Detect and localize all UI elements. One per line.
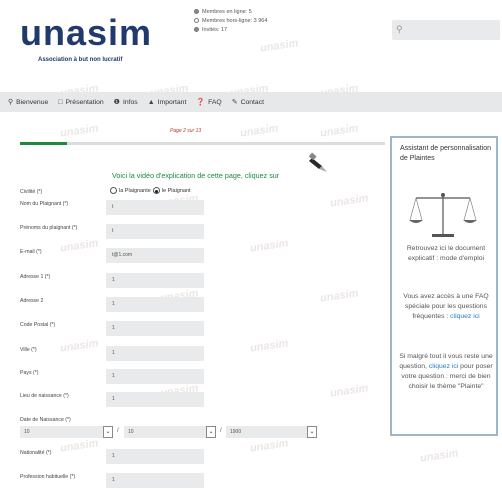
- prenoms-input[interactable]: t: [106, 224, 204, 239]
- birth-year-select[interactable]: 1900 ⌄: [226, 426, 317, 438]
- monitor-icon: □: [58, 98, 63, 106]
- map-marker-icon: ⚲: [8, 99, 14, 106]
- adresse1-input[interactable]: 1: [106, 273, 204, 288]
- nav-item-presentation[interactable]: □ Présentation: [58, 99, 103, 106]
- video-explanation-link[interactable]: Voici la vidéo d'explication de cette pa…: [112, 171, 279, 180]
- watermark: unasim: [329, 192, 370, 210]
- watermark: unasim: [319, 122, 360, 140]
- member-stats: Membres en ligne: 5 Membres hors-ligne: …: [194, 8, 267, 35]
- ask-question-link[interactable]: cliquez ici: [429, 363, 458, 370]
- main-nav: ⚲ Bienvenue □ Présentation ❶ Infos ▲ Importa…: [0, 92, 502, 112]
- radio-plaignante[interactable]: [110, 187, 117, 194]
- pen-icon[interactable]: [308, 152, 328, 174]
- assistant-sidebar: Assistant de personnalisation de Plainte…: [390, 136, 498, 436]
- warning-icon: ▲: [147, 98, 155, 106]
- birth-day-select[interactable]: 10 ⌄: [20, 426, 113, 438]
- code-postal-input[interactable]: 1: [106, 321, 204, 336]
- field-label: Ville (*): [20, 347, 37, 353]
- radio-plaignante-label: la Plaignante: [119, 187, 151, 194]
- email-input[interactable]: t@1.com: [106, 248, 204, 263]
- nav-item-bienvenue[interactable]: ⚲ Bienvenue: [8, 98, 48, 107]
- question-icon: ❓: [196, 99, 206, 106]
- page: unasim unasim unasim unasim unasim unasi…: [0, 0, 502, 489]
- ville-input[interactable]: 1: [106, 346, 204, 361]
- status-dot-icon: [194, 9, 199, 15]
- scales-of-justice-icon: [409, 193, 477, 237]
- page-indicator: Page 2 sur 13: [170, 128, 202, 134]
- watermark: unasim: [59, 337, 100, 355]
- info-icon: ❶: [113, 99, 120, 106]
- watermark: unasim: [419, 447, 460, 465]
- watermark: unasim: [319, 287, 360, 305]
- field-label: Prénoms du plaignant (*): [20, 225, 78, 231]
- logo-subtitle: Association à but non lucratif: [38, 57, 123, 63]
- watermark: unasim: [249, 437, 290, 455]
- logo-text: unasim: [20, 12, 153, 53]
- faq-link[interactable]: cliquez ici: [450, 313, 479, 320]
- stat-guests: Invités: 17: [194, 26, 267, 35]
- radio-plaignant-label: le Plaignant: [161, 187, 191, 194]
- birth-date-label: Date de Naissance (*): [20, 417, 71, 423]
- nom-input[interactable]: t: [106, 200, 204, 215]
- field-label: E-mail (*): [20, 249, 42, 255]
- question-text: Si malgré tout il vous reste une questio…: [399, 353, 493, 390]
- watermark: unasim: [59, 237, 100, 255]
- field-label: Nationalité (*): [20, 450, 52, 456]
- nav-item-important[interactable]: ▲ Important: [148, 99, 187, 106]
- chevron-down-icon: ⌄: [307, 426, 317, 438]
- progress-fill: [20, 142, 68, 145]
- search-input[interactable]: ⚲: [392, 20, 500, 40]
- date-separator: /: [117, 428, 119, 434]
- radio-plaignant[interactable]: [152, 187, 160, 194]
- adresse2-input[interactable]: 1: [106, 297, 204, 312]
- sidebar-title: Assistant de personnalisation de Plainte…: [400, 145, 492, 162]
- field-label: Lieu de naissance (*): [20, 393, 69, 399]
- civilite-radio-group: la Plaignante le Plaignant: [110, 187, 191, 194]
- nationalite-input[interactable]: 1: [106, 449, 204, 464]
- site-header: unasim Association à but non lucratif Me…: [0, 0, 502, 90]
- watermark: unasim: [249, 337, 290, 355]
- field-label: Adresse 2: [20, 298, 44, 304]
- nav-item-contact[interactable]: ✎ Contact: [231, 98, 264, 107]
- search-icon: ⚲: [396, 24, 403, 34]
- profession-input[interactable]: 1: [106, 473, 204, 488]
- status-dot-icon: [194, 27, 199, 33]
- watermark: unasim: [59, 122, 100, 140]
- field-label: Nom du Plaignant (*): [20, 201, 69, 207]
- chevron-down-icon: ⌄: [103, 426, 113, 438]
- pays-input[interactable]: 1: [106, 369, 204, 384]
- status-dot-icon: [194, 18, 199, 24]
- watermark: unasim: [59, 437, 100, 455]
- stat-online: Membres en ligne: 5: [194, 8, 267, 17]
- watermark: unasim: [329, 382, 370, 400]
- edit-icon: ✎: [231, 99, 238, 106]
- progress-bar: [20, 142, 385, 145]
- watermark: unasim: [249, 237, 290, 255]
- field-label: Code Postal (*): [20, 322, 56, 328]
- mode-emploi-text[interactable]: Retrouvez ici le document explicatif : m…: [398, 244, 494, 264]
- civilite-label: Civilité (*): [20, 189, 43, 195]
- faq-text: Vous avez accès à une FAQ spéciale pour …: [403, 293, 489, 320]
- nav-item-faq[interactable]: ❓ FAQ: [196, 98, 221, 107]
- site-logo[interactable]: unasim Association à but non lucratif: [20, 12, 151, 72]
- date-separator: /: [220, 428, 222, 434]
- watermark: unasim: [239, 122, 280, 140]
- chevron-down-icon: ⌄: [206, 426, 216, 438]
- field-label: Adresse 1 (*): [20, 274, 51, 280]
- birth-month-select[interactable]: 10 ⌄: [124, 426, 216, 438]
- field-label: Profession habituelle (*): [20, 474, 76, 480]
- nav-item-infos[interactable]: ❶ Infos: [113, 98, 138, 107]
- field-label: Pays (*): [20, 370, 39, 376]
- stat-offline: Membres hors-ligne: 3 964: [194, 17, 267, 26]
- lieu-naissance-input[interactable]: 1: [106, 392, 204, 407]
